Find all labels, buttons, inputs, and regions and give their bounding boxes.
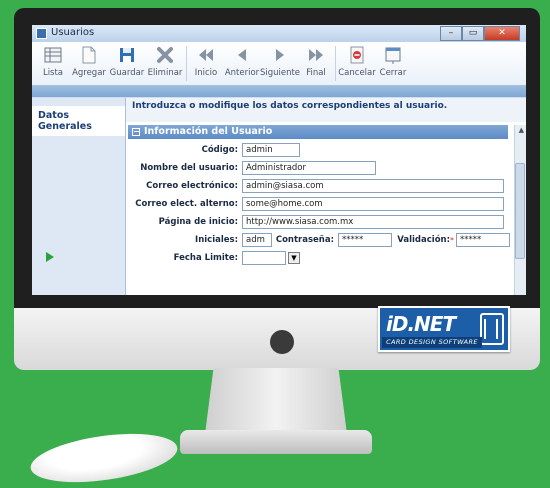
left-nav: Datos Generales [32, 98, 126, 295]
logo-text: iD.NET [386, 312, 456, 336]
monitor-stand [205, 368, 347, 434]
label-correo-alterno: Correo elect. alterno: [135, 199, 238, 209]
toolbar-agregar-button[interactable]: Agregar [70, 42, 108, 85]
toolbar: Lista Agregar Guardar Eliminar Inicio An… [32, 42, 526, 86]
section-header[interactable]: − Información del Usuario [128, 125, 508, 139]
toolbar-cerrar-button[interactable]: Cerrar [376, 42, 410, 85]
current-row-arrow-icon [46, 252, 54, 262]
toolbar-separator [186, 46, 187, 81]
label-correo: Correo electrónico: [146, 181, 238, 191]
toolbar-label: Siguiente [259, 68, 301, 78]
close-window-icon [385, 47, 401, 64]
monitor-base [180, 430, 372, 454]
section-title: Información del Usuario [144, 126, 273, 137]
minimize-button[interactable]: – [440, 26, 462, 41]
toolbar-eliminar-button[interactable]: Eliminar [146, 42, 184, 85]
nombre-input[interactable]: Administrador [242, 161, 376, 175]
form-panel: Introduzca o modifique los datos corresp… [126, 98, 526, 295]
toolbar-label: Cancelar [338, 68, 376, 78]
toolbar-anterior-button[interactable]: Anterior [223, 42, 261, 85]
power-button [270, 330, 294, 354]
row-fecha: Fecha Limite: ▼ [126, 251, 300, 265]
label-fecha: Fecha Limite: [173, 253, 238, 263]
collapse-icon[interactable]: − [132, 128, 140, 136]
cancel-icon [350, 46, 364, 64]
scroll-thumb[interactable] [515, 163, 525, 259]
label-contrasena: Contraseña: [275, 235, 334, 245]
toolbar-separator [335, 46, 336, 81]
add-document-icon [82, 46, 96, 64]
last-icon [309, 49, 323, 61]
pagina-input[interactable]: http://www.siasa.com.mx [242, 215, 504, 229]
intro-text: Introduzca o modifique los datos corresp… [126, 98, 526, 122]
content-area: Datos Generales Introduzca o modifique l… [32, 98, 526, 295]
toolbar-label: Cerrar [379, 68, 407, 78]
label-pagina: Página de inicio: [158, 217, 238, 227]
logo-subtitle: CARD DESIGN SOFTWARE [382, 337, 482, 348]
toolbar-label: Guardar [109, 68, 145, 78]
toolbar-label: Final [306, 68, 326, 78]
row-correo-alterno: Correo elect. alterno: some@home.com [126, 197, 504, 211]
nav-item-datos-generales[interactable]: Datos Generales [32, 106, 125, 136]
iniciales-input[interactable]: adm [242, 233, 272, 247]
label-validacion: Validación: [397, 235, 450, 245]
previous-icon [238, 49, 246, 61]
label-iniciales: Iniciales: [195, 235, 238, 245]
close-button[interactable]: ✕ [484, 26, 520, 41]
first-icon [199, 49, 213, 61]
toolbar-label: Agregar [72, 68, 106, 78]
window-controls: – ▭ ✕ [440, 26, 520, 41]
codigo-input[interactable]: admin [242, 143, 300, 157]
toolbar-lista-button[interactable]: Lista [36, 42, 70, 85]
window-title: Usuarios [51, 27, 95, 38]
validacion-input[interactable]: ***** [456, 233, 510, 247]
row-codigo: Código: admin [126, 143, 300, 157]
idnet-logo: iD.NET CARD DESIGN SOFTWARE [378, 306, 510, 352]
next-icon [276, 49, 284, 61]
correo-alterno-input[interactable]: some@home.com [242, 197, 504, 211]
card-icon [480, 313, 504, 345]
row-iniciales: Iniciales: adm Contraseña: ***** Validac… [126, 233, 510, 247]
row-correo: Correo electrónico: admin@siasa.com [126, 179, 504, 193]
toolbar-guardar-button[interactable]: Guardar [108, 42, 146, 85]
toolbar-label: Anterior [224, 68, 260, 78]
row-pagina: Página de inicio: http://www.siasa.com.m… [126, 215, 504, 229]
toolbar-inicio-button[interactable]: Inicio [189, 42, 223, 85]
save-icon [120, 48, 134, 62]
list-icon [44, 47, 62, 63]
toolbar-label: Eliminar [147, 68, 183, 78]
mouse [27, 425, 181, 488]
maximize-button[interactable]: ▭ [462, 26, 484, 41]
toolbar-final-button[interactable]: Final [299, 42, 333, 85]
app-icon [36, 28, 47, 39]
title-bar: Usuarios – ▭ ✕ [32, 25, 526, 42]
label-nombre: Nombre del usuario: [140, 163, 238, 173]
contrasena-input[interactable]: ***** [338, 233, 392, 247]
fecha-input[interactable] [242, 251, 286, 265]
fecha-dropdown-icon[interactable]: ▼ [288, 252, 300, 264]
delete-icon [157, 47, 173, 63]
usuarios-window: Usuarios – ▭ ✕ Lista Agregar Guardar Eli… [32, 25, 526, 295]
toolbar-band [32, 86, 526, 97]
row-nombre: Nombre del usuario: Administrador [126, 161, 376, 175]
toolbar-label: Lista [42, 68, 64, 78]
toolbar-siguiente-button[interactable]: Siguiente [259, 42, 301, 85]
required-marker: * [450, 235, 454, 245]
scroll-up-icon[interactable]: ▲ [519, 126, 524, 134]
vertical-scrollbar[interactable]: ▲ [514, 125, 526, 295]
toolbar-label: Inicio [194, 68, 218, 78]
label-codigo: Código: [201, 145, 238, 155]
correo-input[interactable]: admin@siasa.com [242, 179, 504, 193]
toolbar-cancelar-button[interactable]: Cancelar [338, 42, 376, 85]
